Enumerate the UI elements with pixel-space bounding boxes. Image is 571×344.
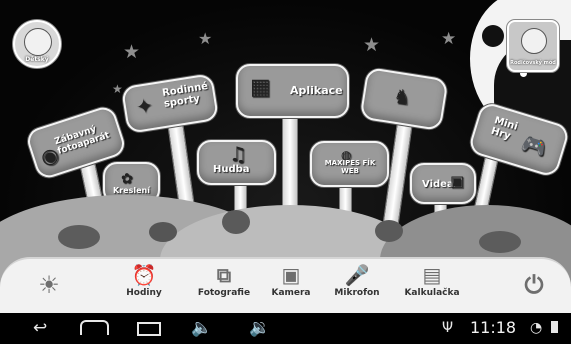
star-decoration: ★ (112, 82, 123, 96)
aplikace-label: Aplikace (290, 84, 343, 97)
clapperboard-icon: ▣ (450, 172, 465, 190)
recent-apps-button[interactable] (137, 322, 161, 336)
brightness-icon: ☀ (38, 271, 60, 299)
home-button[interactable] (80, 320, 109, 335)
alarm-clock-icon: ⏰ (131, 263, 157, 287)
bush-decoration (222, 210, 250, 234)
music-note-icon: ♫ (229, 142, 247, 166)
usb-icon: Ψ (442, 320, 454, 336)
fotoaparat-label: Zábavný fotoaparát (53, 124, 111, 157)
bush-decoration (375, 220, 403, 242)
parents-avatar-icon (521, 28, 547, 54)
hodiny-label: Hodiny (126, 288, 162, 298)
child-profile-button[interactable]: Dětský (13, 20, 61, 68)
kalkulacka-button[interactable]: ▤ Kalkulačka (402, 263, 462, 308)
battery-icon (551, 321, 558, 333)
maxipes-web-sign-button[interactable]: ◍ MAXIPES FÍK WEB (310, 141, 389, 187)
store-icon: ▦ (250, 75, 271, 100)
calculator-icon: ▤ (422, 263, 442, 287)
photos-icon: ⧉ (216, 263, 232, 287)
star-decoration: ★ (123, 41, 141, 63)
star-decoration: ★ (363, 34, 381, 56)
videa-label: Videa (422, 179, 454, 190)
kamera-button[interactable]: ▣ Kamera (264, 263, 318, 308)
power-button[interactable]: ⏻ (507, 263, 561, 308)
kresleni-label: Kreslení (113, 186, 150, 195)
status-time: 11:18 (470, 318, 517, 337)
rodinne-sporty-label: Rodinné sporty (161, 80, 209, 110)
kalkulacka-label: Kalkulačka (404, 288, 460, 298)
parent-mode-button[interactable]: Rodičovský mód (507, 20, 559, 72)
bush-decoration (479, 231, 521, 253)
parent-mode-label: Rodičovský mód (510, 60, 556, 66)
launcher-screen: ★ ★ ★ ★ ★ Dětský Rodičovský mód ◉ Zábavn… (0, 0, 571, 344)
mini-hry-label: Mini Hry (489, 115, 519, 143)
videa-sign-button[interactable]: Videa ▣ (410, 163, 476, 204)
maxipes-web-label: MAXIPES FÍK WEB (324, 159, 376, 175)
mikrofon-label: Mikrofon (334, 288, 380, 298)
back-button[interactable]: ↩ (33, 318, 47, 338)
puppy-character-icon: ♞ (391, 83, 414, 110)
brightness-button[interactable]: ☀ (22, 263, 76, 308)
volume-up-button[interactable]: 🔉 (249, 318, 270, 338)
camera-icon: ▣ (281, 263, 301, 287)
power-icon: ⏻ (524, 271, 544, 299)
recent-apps-icon (137, 322, 161, 336)
child-profile-label: Dětský (25, 56, 49, 63)
kamera-label: Kamera (271, 288, 311, 298)
sport-icon: ✦ (134, 92, 155, 120)
star-decoration: ★ (441, 29, 457, 49)
microphone-icon: 🎤 (344, 263, 370, 287)
mikrofon-button[interactable]: 🎤 Mikrofon (330, 263, 384, 308)
bush-decoration (58, 225, 100, 249)
wifi-icon: ◔ (530, 320, 543, 336)
aplikace-sign-button[interactable]: ▦ Aplikace (236, 64, 349, 118)
hudba-sign-button[interactable]: ♫ Hudba (197, 140, 276, 185)
fotografie-label: Fotografie (197, 288, 251, 298)
fotografie-button[interactable]: ⧉ Fotografie (194, 263, 254, 308)
gamepad-icon: 🎮 (518, 130, 550, 161)
child-avatar-icon (24, 28, 52, 56)
volume-down-button[interactable]: 🔈 (191, 318, 212, 338)
bush-decoration (149, 222, 177, 242)
home-icon (80, 320, 109, 335)
hodiny-button[interactable]: ⏰ Hodiny (117, 263, 171, 308)
hudba-label: Hudba (213, 164, 250, 175)
star-decoration: ★ (198, 29, 213, 48)
